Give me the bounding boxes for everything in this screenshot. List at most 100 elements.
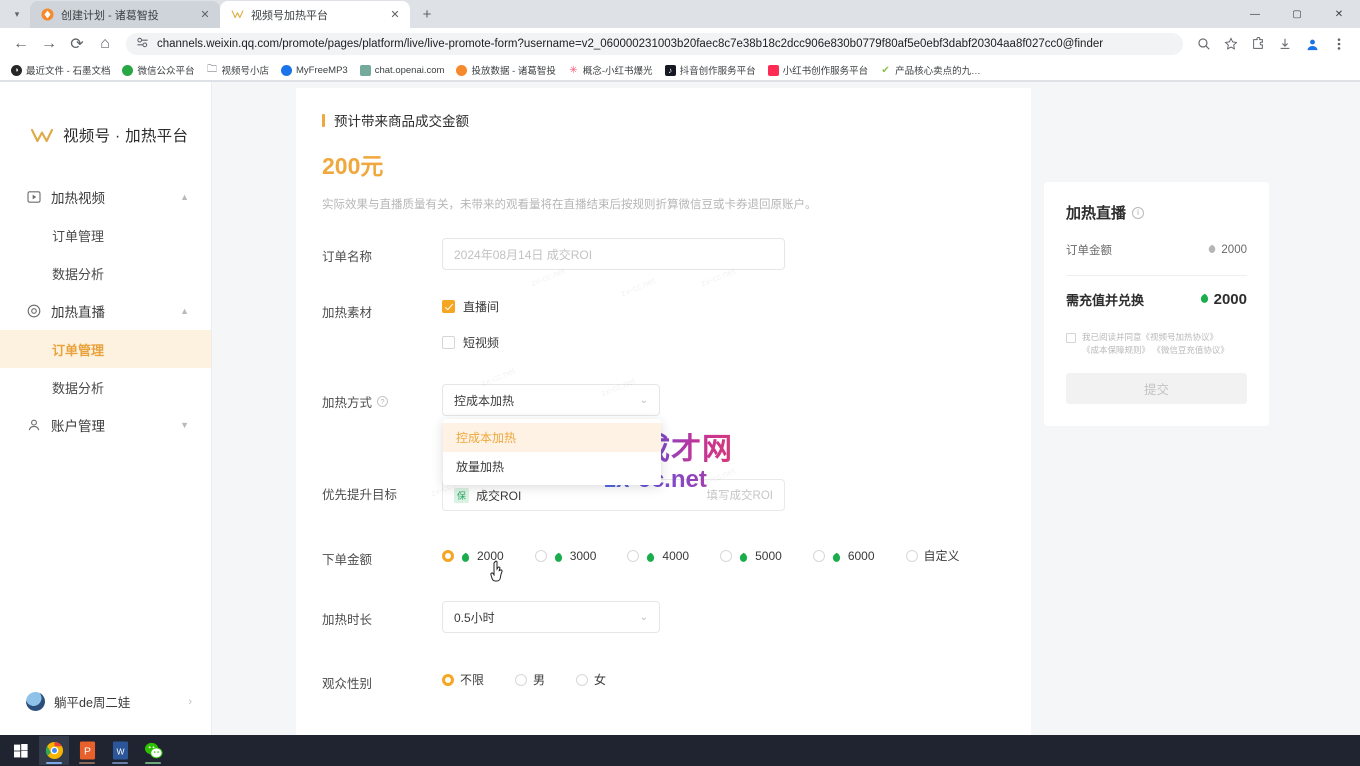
maximize-button[interactable]: ▢: [1276, 0, 1318, 28]
radio-unselected-icon[interactable]: [813, 550, 825, 562]
forward-icon[interactable]: →: [36, 31, 62, 57]
roi-metric-label: 成交ROI: [476, 487, 700, 504]
sidebar-group-boost-live[interactable]: 加热直播 ▲: [0, 292, 211, 330]
agreement-link-boost[interactable]: 《视频号加热协议》: [1142, 332, 1219, 342]
radio-selected-icon[interactable]: [442, 550, 454, 562]
bookmark-star-icon[interactable]: [1218, 31, 1244, 57]
submit-button[interactable]: 提交: [1066, 373, 1247, 404]
tab-strip: ▾ 创建计划 - 诸葛智投 ✕ 视频号加热平台 ✕ + — ▢ ✕: [0, 0, 1360, 28]
bookmark-item[interactable]: ✳概念-小红书爆光: [563, 62, 658, 78]
amount-option-4000[interactable]: 4000: [627, 549, 689, 563]
sidebar-group-account[interactable]: 账户管理 ▼: [0, 406, 211, 444]
sidebar-item-live-analytics[interactable]: 数据分析: [0, 368, 211, 406]
dropdown-option-cost-control[interactable]: 控成本加热: [443, 423, 661, 452]
reload-icon[interactable]: ⟳: [64, 31, 90, 57]
radio-unselected-icon[interactable]: [576, 674, 588, 686]
home-icon[interactable]: ⌂: [92, 31, 118, 57]
field-label: 订单名称: [322, 238, 442, 265]
order-name-input[interactable]: 2024年08月14日 成交ROI: [442, 238, 785, 270]
play-box-icon: [26, 190, 41, 205]
amount-option-custom[interactable]: 自定义: [906, 547, 960, 564]
close-tab-2-icon[interactable]: ✕: [388, 8, 402, 22]
close-tab-1-icon[interactable]: ✕: [198, 8, 212, 22]
gender-option-any[interactable]: 不限: [442, 671, 484, 688]
radio-unselected-icon[interactable]: [906, 550, 918, 562]
bookmark-item[interactable]: 🗀视频号小店: [201, 62, 274, 78]
gender-option-female[interactable]: 女: [576, 671, 606, 688]
agreement-text: 我已阅读并同意《视频号加热协议》《成本保障规则》 《微信豆充值协议》: [1082, 331, 1229, 357]
field-audience-gender: 观众性别 不限 男: [322, 665, 1001, 692]
chrome-menu-icon[interactable]: [1326, 31, 1352, 57]
bookmark-favicon-icon: ✳: [568, 65, 579, 76]
bookmark-item[interactable]: ♪抖音创作服务平台: [660, 62, 761, 78]
sidebar-item-live-orders[interactable]: 订单管理: [0, 330, 211, 368]
office-app-taskbar-icon[interactable]: W: [105, 736, 135, 765]
download-icon[interactable]: [1272, 31, 1298, 57]
close-window-button[interactable]: ✕: [1318, 0, 1360, 28]
windows-taskbar: P W: [0, 735, 1360, 766]
chevron-up-icon[interactable]: ▲: [180, 306, 189, 316]
browser-tab-2[interactable]: 视频号加热平台 ✕: [220, 1, 410, 28]
chevron-down-icon[interactable]: ⌄: [640, 395, 648, 406]
back-icon[interactable]: ←: [8, 31, 34, 57]
radio-selected-icon[interactable]: [442, 674, 454, 686]
checkbox-checked-icon[interactable]: [442, 300, 455, 313]
chevron-down-icon[interactable]: ⌄: [640, 612, 648, 623]
start-button[interactable]: [6, 736, 36, 765]
bookmark-item[interactable]: chat.openai.com: [355, 64, 450, 77]
sidebar-group-boost-video[interactable]: 加热视频 ▲: [0, 178, 211, 216]
bookmark-item[interactable]: ◑最近文件 - 石墨文档: [6, 62, 115, 78]
radio-unselected-icon[interactable]: [535, 550, 547, 562]
bookmark-item[interactable]: 微信公众平台: [117, 62, 199, 78]
sidebar-item-video-orders[interactable]: 订单管理: [0, 216, 211, 254]
bookmark-item[interactable]: ✔产品核心卖点的九…: [875, 62, 986, 78]
amount-option-2000[interactable]: 2000: [442, 549, 504, 563]
material-option-live[interactable]: 直播间: [442, 294, 1001, 318]
amount-option-5000[interactable]: 5000: [720, 549, 782, 563]
site-settings-icon[interactable]: [136, 36, 149, 52]
minimize-button[interactable]: —: [1234, 0, 1276, 28]
wechat-taskbar-icon[interactable]: [138, 736, 168, 765]
sidebar-user[interactable]: 躺平de周二娃 ›: [0, 692, 212, 711]
chevron-down-icon[interactable]: ▼: [180, 420, 189, 430]
browser-tab-1[interactable]: 创建计划 - 诸葛智投 ✕: [30, 1, 220, 28]
amount-option-6000[interactable]: 6000: [813, 549, 875, 563]
bookmark-item[interactable]: MyFreeMP3: [276, 64, 353, 77]
estimated-amount: 200元: [322, 147, 1001, 181]
question-mark-icon[interactable]: ?: [377, 396, 388, 407]
chevron-right-icon[interactable]: ›: [188, 696, 192, 708]
agreement-row[interactable]: 我已阅读并同意《视频号加热协议》《成本保障规则》 《微信豆充值协议》: [1066, 331, 1247, 357]
chevron-up-icon[interactable]: ▲: [180, 192, 189, 202]
agreement-link-cost[interactable]: 《成本保障规则》: [1082, 345, 1150, 355]
agreement-link-recharge[interactable]: 《微信豆充值协议》: [1152, 345, 1229, 355]
tab-search-chevron-icon[interactable]: ▾: [4, 0, 30, 28]
bookmark-favicon-icon: ✔: [880, 65, 891, 76]
bookmark-item[interactable]: 投放数据 - 诸葛智投: [451, 62, 560, 78]
radio-unselected-icon[interactable]: [515, 674, 527, 686]
info-circle-icon[interactable]: i: [1132, 207, 1144, 219]
address-bar[interactable]: channels.weixin.qq.com/promote/pages/pla…: [126, 33, 1183, 55]
boost-mode-select[interactable]: 控成本加热 ⌄ 控成本加热 放量加热: [442, 384, 660, 416]
material-option-shortvideo[interactable]: 短视频: [442, 330, 1001, 354]
bookmark-favicon-icon: [281, 65, 292, 76]
amount-option-3000[interactable]: 3000: [535, 549, 597, 563]
radio-unselected-icon[interactable]: [720, 550, 732, 562]
search-icon[interactable]: [1191, 31, 1217, 57]
radio-unselected-icon[interactable]: [627, 550, 639, 562]
profile-avatar-icon[interactable]: [1299, 31, 1325, 57]
gender-option-male[interactable]: 男: [515, 671, 545, 688]
dropdown-option-max-volume[interactable]: 放量加热: [443, 452, 661, 481]
summary-order-amount-row: 订单金额 2000: [1066, 242, 1247, 258]
estimate-hint: 实际效果与直播质量有关，未带来的观看量将在直播结束后按规则折算微信豆或卡券退回原…: [322, 197, 1001, 214]
field-label: 下单金额: [322, 541, 442, 568]
extensions-icon[interactable]: [1245, 31, 1271, 57]
chrome-taskbar-icon[interactable]: [39, 736, 69, 765]
duration-select[interactable]: 0.5小时 ⌄: [442, 601, 660, 633]
new-tab-button[interactable]: +: [414, 1, 440, 27]
pdf-app-taskbar-icon[interactable]: P: [72, 736, 102, 765]
checkbox-unchecked-icon[interactable]: [1066, 333, 1076, 343]
checkbox-unchecked-icon[interactable]: [442, 336, 455, 349]
sidebar-item-video-analytics[interactable]: 数据分析: [0, 254, 211, 292]
bookmark-item[interactable]: 小红书创作服务平台: [763, 62, 874, 78]
browser-tab-2-title: 视频号加热平台: [251, 7, 381, 23]
